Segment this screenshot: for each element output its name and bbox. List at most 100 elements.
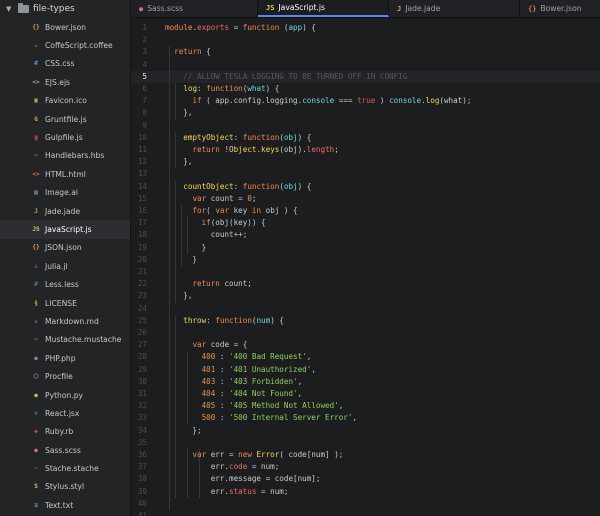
line-number: 40 (137, 498, 147, 508)
file-name: Gruntfile.js (45, 114, 87, 124)
file-item[interactable]: <> EJS.ejs (0, 73, 130, 91)
tab-label: JavaScript.js (278, 3, 325, 12)
file-item[interactable]: # CSS.css (0, 55, 130, 73)
code-line: 400 : '400 Bad Request', (165, 351, 312, 363)
file-name: Less.less (45, 280, 79, 290)
file-item[interactable]: ~ Mustache.mustache (0, 331, 130, 349)
code-token: var (192, 340, 207, 350)
code-token: function (206, 84, 243, 93)
code-token: , (311, 364, 316, 374)
code-token: num (256, 315, 271, 325)
code-token: : (215, 364, 230, 374)
file-item[interactable]: {} Bower.json (0, 18, 130, 36)
code-line: err.message = code[num]; (165, 473, 321, 485)
code-line: countObject: function(obj) { (165, 181, 311, 193)
file-type-icon: ↓ (34, 317, 38, 325)
line-number: 26 (137, 328, 147, 337)
file-name: Stache.stache (45, 464, 99, 474)
code-line: err.status = num; (165, 486, 289, 498)
file-type-icon: ~ (34, 465, 38, 473)
line-number: 2 (142, 35, 147, 45)
code-token: : (206, 315, 216, 325)
file-item[interactable]: ● Sass.scss (0, 441, 130, 459)
code-token: } (165, 254, 198, 264)
file-item[interactable]: § LICENSE (0, 294, 130, 312)
file-item[interactable]: ● PHP.php (0, 349, 130, 367)
line-number: 6 (142, 84, 147, 93)
code-editor[interactable]: 1 2 3 4 5 6 7 8 9 10 11 12 13 14 15 16 17 18 19 20 21 22 23 24 2… (131, 18, 600, 516)
file-item[interactable]: ~ Handlebars.hbs (0, 147, 130, 165)
file-item[interactable]: {} JSON.json (0, 239, 130, 257)
tab-javascript-js[interactable]: JS JavaScript.js (258, 0, 389, 17)
code-token: function (242, 23, 280, 32)
file-item[interactable]: ▣ Favicon.ico (0, 92, 130, 110)
file-type-icon: ≡ (34, 501, 38, 509)
file-item[interactable]: ~ Stache.stache (0, 459, 130, 477)
code-token: for (192, 206, 207, 215)
file-item[interactable]: JS JavaScript.js (0, 220, 130, 239)
line-number: 24 (137, 303, 147, 313)
code-token: exports (197, 23, 230, 32)
code-token: }, (165, 157, 193, 167)
line-number: 20 (137, 254, 147, 264)
code-line: }; (165, 425, 201, 437)
line-number: 23 (137, 291, 147, 301)
file-tree-sidebar: ▼ file-types {} Bower.json ☕ CoffeScript.co… (0, 0, 131, 516)
line-number: 1 (142, 23, 147, 32)
code-token: var (192, 450, 207, 459)
code-line: if(obj(key)) { (165, 217, 266, 229)
code-token: , (297, 389, 303, 398)
tab-bower-json[interactable]: {} Bower.json (520, 0, 600, 17)
code-line: 500 : '500 Internal Server Error', (165, 412, 357, 424)
file-name: Markdown.md (45, 316, 99, 326)
file-item[interactable]: G Gruntfile.js (0, 110, 130, 128)
tab-label: Sass.scss (147, 4, 184, 13)
file-item[interactable]: g Gulpfile.js (0, 128, 130, 146)
tab-jade-jade[interactable]: J Jade.jade (389, 0, 520, 17)
tree-root-folder[interactable]: ▼ file-types (0, 0, 130, 18)
file-name: CSS.css (45, 59, 75, 69)
line-number: 21 (137, 267, 147, 276)
code-token: }, (165, 108, 193, 118)
code-token: = num; (247, 462, 280, 472)
jade-file-icon: J (397, 4, 402, 13)
chevron-down-icon[interactable]: ▼ (6, 0, 14, 18)
file-item[interactable]: ● Python.py (0, 386, 130, 404)
file-item[interactable]: ⚛ React.jsx (0, 404, 130, 422)
code-token: length (306, 145, 335, 154)
code-token: return (192, 145, 220, 154)
code-token: === (334, 96, 358, 106)
code-token: var (215, 206, 230, 215)
tab-sass-scss[interactable]: ● Sass.scss (131, 0, 258, 17)
file-item[interactable]: ▨ Image.ai (0, 184, 130, 202)
line-number: 15 (137, 193, 147, 203)
code-token: ) (375, 96, 390, 106)
file-item[interactable]: ∴ Julia.jl (0, 257, 130, 275)
file-item[interactable]: <> HTML.html (0, 165, 130, 183)
code-token: what (247, 84, 266, 93)
file-item[interactable]: J Jade.jade (0, 202, 130, 220)
file-type-icon: {} (32, 244, 40, 252)
file-item[interactable]: ≡ Text.txt (0, 496, 130, 514)
file-item[interactable]: S Stylus.styl (0, 478, 130, 496)
code-line: if ( app.config.logging.console === true… (165, 95, 471, 107)
file-item[interactable]: ⬡ Procfile (0, 367, 130, 385)
file-item[interactable]: ◆ Ruby.rb (0, 423, 130, 441)
file-item[interactable]: # Less.less (0, 275, 130, 293)
file-type-icon: G (34, 115, 38, 123)
file-name: PHP.php (45, 353, 76, 363)
file-item[interactable]: ↓ Markdown.md (0, 312, 130, 330)
line-number: 17 (137, 218, 147, 228)
file-name: Ruby.rb (45, 427, 74, 437)
code-line: log: function(what) { (165, 83, 279, 95)
code-token: function (242, 132, 280, 142)
code-token: function (215, 315, 252, 325)
code-token: err. (165, 486, 230, 496)
file-item[interactable]: ☕ CoffeScript.coffee (0, 36, 130, 54)
code-token: : (233, 132, 243, 142)
code-token: '403 Forbidden' (229, 376, 298, 386)
code-token: : (215, 413, 230, 423)
line-number: 30 (137, 376, 147, 386)
